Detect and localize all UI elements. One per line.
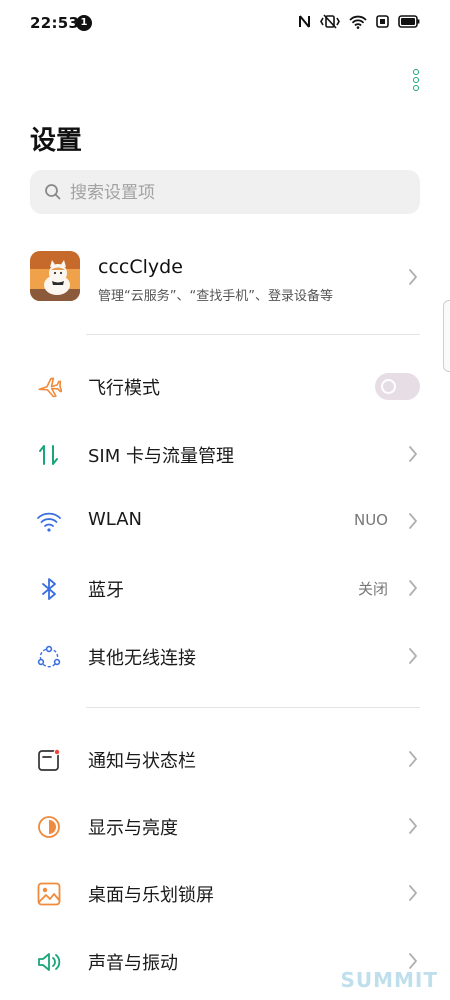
sim-data-icon bbox=[39, 445, 58, 465]
account-card[interactable]: cccClyde 管理“云服务”、“查找手机”、登录设备等 bbox=[0, 244, 450, 316]
settings-item-home-lockscreen[interactable]: 桌面与乐划锁屏 bbox=[0, 863, 450, 923]
chevron-right-icon bbox=[409, 446, 417, 462]
notification-icon bbox=[38, 748, 61, 771]
status-icons bbox=[298, 14, 420, 29]
settings-item-wlan[interactable]: WLAN NUO bbox=[0, 491, 450, 551]
more-vertical-icon bbox=[413, 69, 419, 75]
settings-item-label: 蓝牙 bbox=[88, 580, 124, 601]
chevron-right-icon bbox=[409, 885, 417, 901]
divider bbox=[86, 334, 420, 335]
settings-item-notifications[interactable]: 通知与状态栏 bbox=[0, 729, 450, 789]
settings-item-display-brightness[interactable]: 显示与亮度 bbox=[0, 796, 450, 856]
airplane-icon bbox=[38, 377, 62, 398]
account-subtitle: 管理“云服务”、“查找手机”、登录设备等 bbox=[98, 289, 333, 304]
wireless-connections-icon bbox=[37, 645, 61, 668]
settings-item-label: 声音与振动 bbox=[88, 953, 178, 974]
brightness-icon bbox=[38, 816, 60, 838]
wifi-icon bbox=[37, 512, 61, 532]
chevron-right-icon bbox=[409, 648, 417, 664]
battery-icon bbox=[398, 15, 420, 28]
settings-item-other-wireless[interactable]: 其他无线连接 bbox=[0, 626, 450, 686]
search-bar[interactable] bbox=[30, 170, 420, 216]
account-name: cccClyde bbox=[98, 256, 183, 278]
more-options-button[interactable] bbox=[407, 66, 427, 94]
notification-count-badge: 1 bbox=[76, 15, 92, 31]
watermark: SUMMIT bbox=[340, 968, 438, 992]
settings-item-airplane-mode[interactable]: 飞行模式 bbox=[0, 356, 450, 416]
vibrate-icon bbox=[320, 14, 340, 29]
chevron-right-icon bbox=[409, 580, 417, 596]
status-bar: 22:53 1 bbox=[0, 0, 450, 46]
airplane-mode-toggle[interactable] bbox=[375, 373, 420, 400]
settings-item-label: 显示与亮度 bbox=[88, 818, 178, 839]
nfc-icon bbox=[299, 15, 310, 28]
wallpaper-icon bbox=[37, 882, 61, 906]
bluetooth-icon bbox=[42, 578, 56, 600]
search-input[interactable] bbox=[68, 170, 402, 216]
bluetooth-status-value: 关闭 bbox=[357, 580, 388, 598]
settings-item-bluetooth[interactable]: 蓝牙 关闭 bbox=[0, 558, 450, 618]
wlan-network-value: NUO bbox=[353, 511, 388, 529]
chevron-right-icon bbox=[409, 818, 417, 834]
settings-item-label: 其他无线连接 bbox=[88, 648, 196, 669]
settings-item-label: 通知与状态栏 bbox=[88, 751, 196, 772]
settings-item-label: 桌面与乐划锁屏 bbox=[88, 885, 214, 906]
search-icon bbox=[45, 184, 61, 200]
settings-item-label: SIM 卡与流量管理 bbox=[88, 446, 234, 467]
status-time: 22:53 bbox=[30, 14, 80, 32]
chevron-right-icon bbox=[409, 513, 417, 529]
chevron-right-icon bbox=[409, 269, 417, 285]
divider bbox=[86, 707, 420, 708]
chevron-right-icon bbox=[409, 751, 417, 767]
settings-item-sim-data[interactable]: SIM 卡与流量管理 bbox=[0, 424, 450, 484]
scroll-handle[interactable] bbox=[443, 300, 450, 372]
avatar bbox=[30, 251, 80, 301]
page-title: 设置 bbox=[30, 126, 83, 156]
settings-item-label: 飞行模式 bbox=[88, 378, 160, 399]
settings-item-label: WLAN bbox=[88, 509, 143, 530]
wifi-icon bbox=[349, 15, 367, 29]
screen-record-icon bbox=[376, 15, 389, 28]
sound-icon bbox=[38, 953, 61, 971]
